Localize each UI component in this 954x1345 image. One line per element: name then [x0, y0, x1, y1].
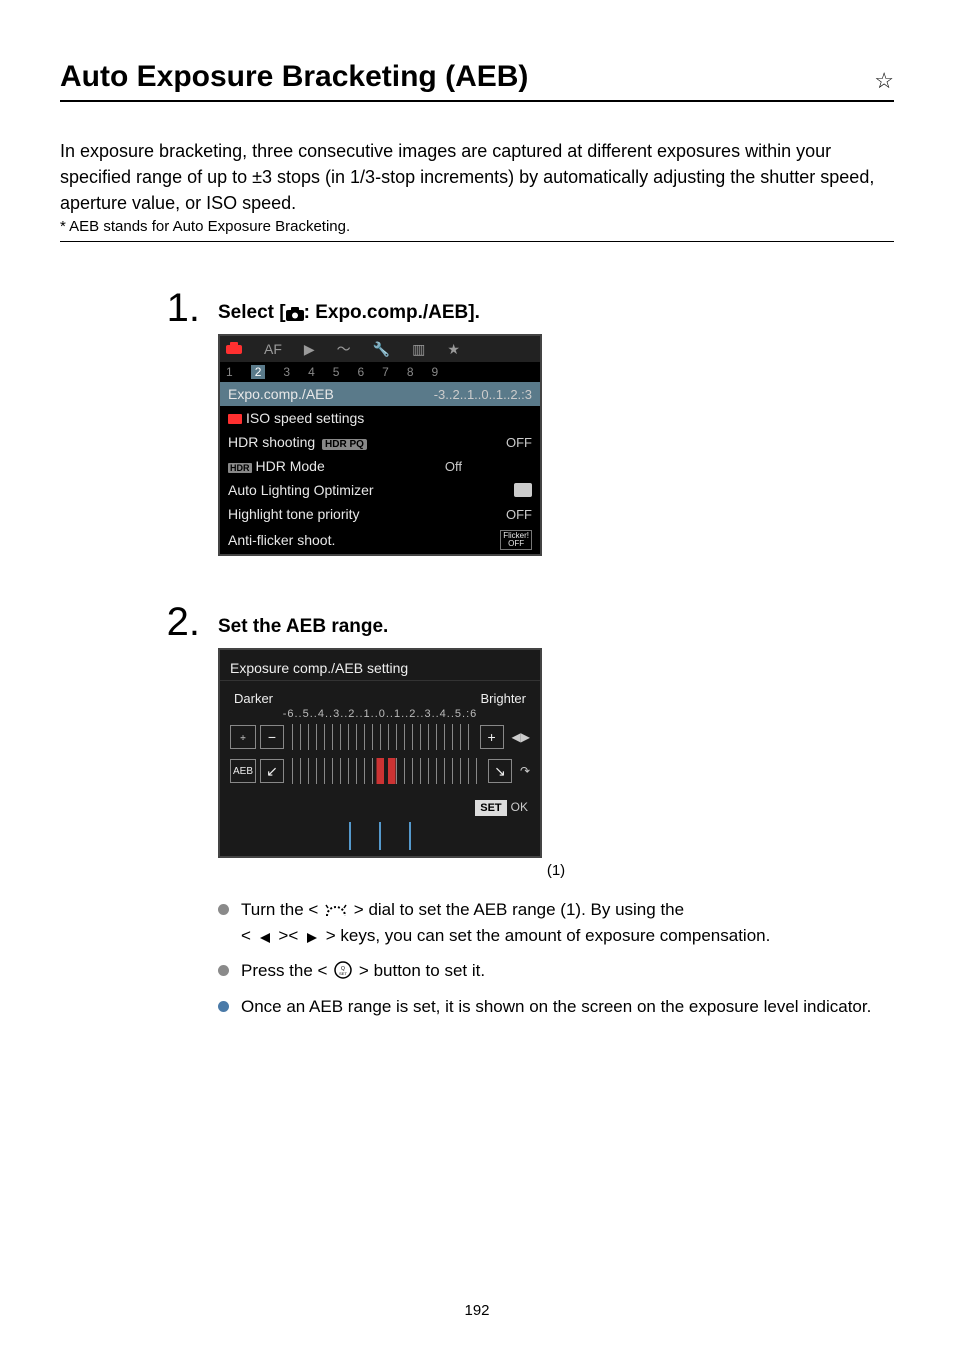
network-tab-icon: 〜 — [337, 339, 351, 359]
svg-text:SET: SET — [339, 971, 347, 976]
plus-button: + — [480, 725, 504, 749]
bullet-2-text: Press the < QSET > button to set it. — [241, 958, 485, 984]
camera-menu-screenshot: AF ▶ 〜 🔧 ▥ ★ 1 2 3 4 5 6 7 8 9 — [218, 334, 542, 556]
minus-button: − — [260, 725, 284, 749]
custom-tab-icon: ▥ — [412, 341, 425, 358]
menu-row-hdr-shooting: HDR shooting HDR PQ OFF — [220, 430, 540, 454]
menu-row-hdr-mode: HDRHDR Mode Off — [220, 454, 540, 478]
step-number-1: 1. — [130, 288, 218, 328]
favorite-star-icon: ☆ — [874, 68, 894, 94]
range-pointer-lines — [220, 822, 540, 856]
brighter-label: Brighter — [480, 691, 526, 706]
bullet-1-text: Turn the < > dial to set the AEB range (… — [241, 897, 770, 948]
aeb-collapse-icon: ↙ — [260, 759, 284, 783]
flicker-off-icon: Flicker! OFF — [500, 530, 532, 550]
dial-curve-icon: ↷ — [520, 764, 530, 778]
exp-comp-icon: ⧾ — [230, 725, 256, 749]
menu-row-iso: ISO speed settings — [220, 406, 540, 430]
intro-paragraph: In exposure bracketing, three consecutiv… — [60, 138, 894, 216]
right-arrow-icon — [305, 932, 319, 944]
af-tab-label: AF — [264, 341, 282, 357]
left-right-arrows-icon: ◀▶ — [512, 730, 530, 744]
menu-row-highlight: Highlight tone priority OFF — [220, 502, 540, 526]
aeb-label-icon: AEB — [230, 759, 256, 783]
set-button: SET — [475, 800, 506, 816]
bullet-icon — [218, 965, 229, 976]
bullet-icon — [218, 1001, 229, 1012]
wrench-tab-icon: 🔧 — [373, 341, 390, 358]
aeb-footnote: * AEB stands for Auto Exposure Bracketin… — [60, 218, 894, 235]
aeb-setting-screenshot: Exposure comp./AEB setting Darker Bright… — [218, 648, 542, 858]
alo-icon — [514, 483, 532, 497]
camera-icon — [228, 414, 242, 424]
menu-row-expo-comp: Expo.comp./AEB -3..2..1..0..1..2.:3 — [220, 382, 540, 406]
divider — [60, 241, 894, 242]
main-dial-icon — [325, 902, 347, 918]
bullet-icon — [218, 904, 229, 915]
camera-icon — [286, 307, 304, 321]
step-2-heading: Set the AEB range. — [218, 616, 894, 638]
exposure-scale: -6..5..4..3..2..1..0..1..2..3..4..5.:6 — [220, 708, 540, 720]
set-button-icon: QSET — [334, 961, 352, 979]
mymenu-tab-icon: ★ — [447, 341, 460, 358]
step-number-2: 2. — [130, 602, 218, 642]
menu-tab-icons: AF ▶ 〜 🔧 ▥ ★ — [220, 336, 540, 362]
aeb-range-slider — [292, 758, 480, 784]
darker-label: Darker — [234, 691, 273, 706]
ok-label: OK — [511, 800, 528, 814]
menu-page-numbers: 1 2 3 4 5 6 7 8 9 — [220, 362, 540, 382]
page-number: 192 — [0, 1302, 954, 1319]
page-title: Auto Exposure Bracketing (AEB) — [60, 60, 528, 94]
left-arrow-icon — [258, 932, 272, 944]
step-1-heading: Select [ : Expo.comp./AEB]. — [218, 302, 894, 324]
shoot-tab-icon — [226, 341, 242, 357]
exp-comp-slider — [292, 724, 472, 750]
aeb-expand-icon: ↘ — [488, 759, 512, 783]
menu-row-flicker: Anti-flicker shoot. Flicker! OFF — [220, 526, 540, 554]
figure-caption-1: (1) — [218, 862, 894, 879]
aeb-screen-title: Exposure comp./AEB setting — [220, 656, 540, 681]
bullet-3-text: Once an AEB range is set, it is shown on… — [241, 994, 871, 1020]
menu-row-alo: Auto Lighting Optimizer — [220, 478, 540, 502]
playback-tab-icon: ▶ — [304, 341, 315, 358]
